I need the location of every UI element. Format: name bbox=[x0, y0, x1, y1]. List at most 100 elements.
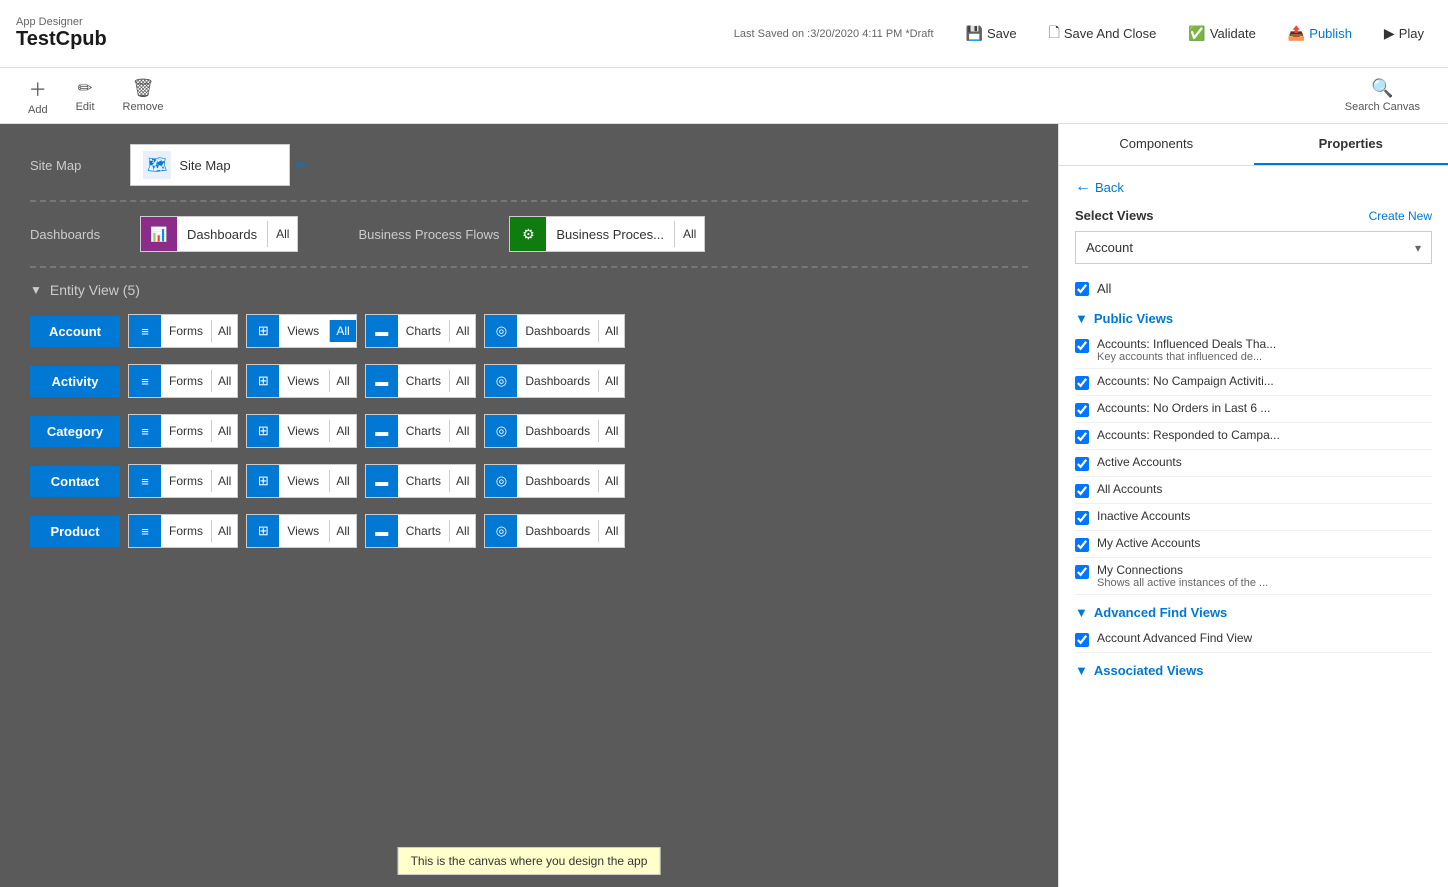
top-bar-right: Last Saved on :3/20/2020 4:11 PM *Draft … bbox=[734, 18, 1432, 50]
entity-components-contact: ≡FormsAll⊞ViewsAll▬ChartsAll◎DashboardsA… bbox=[128, 464, 625, 498]
public-view-item: My Active Accounts bbox=[1075, 531, 1432, 558]
charts-icon: ▬ bbox=[366, 465, 398, 497]
create-new-link[interactable]: Create New bbox=[1369, 209, 1432, 223]
forms-all[interactable]: All bbox=[211, 420, 237, 442]
entity-button-product[interactable]: Product bbox=[30, 516, 120, 547]
public-view-checkbox-7[interactable] bbox=[1075, 538, 1089, 552]
search-canvas-button[interactable]: 🔍 Search Canvas bbox=[1333, 74, 1432, 117]
public-view-checkbox-5[interactable] bbox=[1075, 484, 1089, 498]
public-view-item: Accounts: Responded to Campa... bbox=[1075, 423, 1432, 450]
charts-icon: ▬ bbox=[366, 515, 398, 547]
views-label: Views bbox=[279, 524, 329, 538]
dashboards-all[interactable]: All bbox=[598, 520, 624, 542]
public-view-checkbox-0[interactable] bbox=[1075, 339, 1089, 353]
public-view-checkbox-8[interactable] bbox=[1075, 565, 1089, 579]
advanced-find-header[interactable]: ▼ Advanced Find Views bbox=[1075, 605, 1432, 620]
charts-all[interactable]: All bbox=[449, 370, 475, 392]
dashboards-all[interactable]: All bbox=[598, 470, 624, 492]
entity-button-activity[interactable]: Activity bbox=[30, 366, 120, 397]
comp-item-charts: ▬ChartsAll bbox=[365, 314, 477, 348]
advanced-find-title: Account Advanced Find View bbox=[1097, 631, 1432, 645]
views-icon: ⊞ bbox=[247, 515, 279, 547]
comp-item-views: ⊞ViewsAll bbox=[246, 514, 356, 548]
forms-all[interactable]: All bbox=[211, 320, 237, 342]
associated-views-header[interactable]: ▼ Associated Views bbox=[1075, 663, 1432, 678]
dashboards-icon: ◎ bbox=[485, 465, 517, 497]
all-checkbox[interactable] bbox=[1075, 282, 1089, 296]
views-dropdown-value: Account bbox=[1086, 240, 1133, 255]
associated-views-label: Associated Views bbox=[1094, 663, 1204, 678]
back-button[interactable]: ← Back bbox=[1075, 178, 1124, 196]
entity-components-category: ≡FormsAll⊞ViewsAll▬ChartsAll◎DashboardsA… bbox=[128, 414, 625, 448]
public-views-arrow-icon: ▼ bbox=[1075, 311, 1088, 326]
validate-button[interactable]: ✅ Validate bbox=[1180, 21, 1263, 46]
dashboards-all[interactable]: All bbox=[598, 420, 624, 442]
views-all[interactable]: All bbox=[329, 470, 355, 492]
entity-components-activity: ≡FormsAll⊞ViewsAll▬ChartsAll◎DashboardsA… bbox=[128, 364, 625, 398]
main-layout: Site Map 🗺 Site Map ✏ Dashboards 📊 Dashb… bbox=[0, 124, 1448, 887]
bpf-all[interactable]: All bbox=[674, 221, 704, 247]
comp-item-views: ⊞ViewsAll bbox=[246, 314, 356, 348]
entity-button-category[interactable]: Category bbox=[30, 416, 120, 447]
dashboards-all[interactable]: All bbox=[598, 320, 624, 342]
comp-item-dashboards: ◎DashboardsAll bbox=[484, 414, 625, 448]
dashed-separator-2 bbox=[30, 266, 1028, 268]
forms-icon: ≡ bbox=[129, 515, 161, 547]
dashboards-icon: 📊 bbox=[141, 217, 177, 251]
forms-all[interactable]: All bbox=[211, 370, 237, 392]
publish-button[interactable]: 📤 Publish bbox=[1280, 21, 1360, 46]
entity-row: Activity≡FormsAll⊞ViewsAll▬ChartsAll◎Das… bbox=[30, 364, 1028, 398]
play-button[interactable]: ▶ Play bbox=[1376, 21, 1432, 46]
public-view-title: Accounts: Responded to Campa... bbox=[1097, 428, 1432, 442]
edit-button[interactable]: ✏ Edit bbox=[64, 74, 107, 117]
dashboards-label: Dashboards bbox=[517, 374, 598, 388]
comp-item-charts: ▬ChartsAll bbox=[365, 364, 477, 398]
charts-all[interactable]: All bbox=[449, 320, 475, 342]
charts-all[interactable]: All bbox=[449, 520, 475, 542]
views-dropdown[interactable]: Account ▾ bbox=[1075, 231, 1432, 264]
app-title: TestCpub bbox=[16, 28, 107, 51]
dashboards-icon: ◎ bbox=[485, 515, 517, 547]
forms-all[interactable]: All bbox=[211, 470, 237, 492]
tab-components[interactable]: Components bbox=[1059, 124, 1254, 165]
entity-row: Account≡FormsAll⊞ViewsAll▬ChartsAll◎Dash… bbox=[30, 314, 1028, 348]
entity-row: Contact≡FormsAll⊞ViewsAll▬ChartsAll◎Dash… bbox=[30, 464, 1028, 498]
forms-all[interactable]: All bbox=[211, 520, 237, 542]
public-view-checkbox-4[interactable] bbox=[1075, 457, 1089, 471]
dashboards-all[interactable]: All bbox=[598, 370, 624, 392]
public-view-checkbox-2[interactable] bbox=[1075, 403, 1089, 417]
public-view-checkbox-1[interactable] bbox=[1075, 376, 1089, 390]
forms-icon: ≡ bbox=[129, 365, 161, 397]
advanced-find-checkbox-0[interactable] bbox=[1075, 633, 1089, 647]
views-all[interactable]: All bbox=[329, 420, 355, 442]
remove-button[interactable]: 🗑 Remove bbox=[111, 74, 176, 117]
public-view-checkbox-3[interactable] bbox=[1075, 430, 1089, 444]
dashboards-icon: ◎ bbox=[485, 315, 517, 347]
select-views-label: Select Views bbox=[1075, 208, 1154, 223]
public-view-sub: Shows all active instances of the ... bbox=[1097, 577, 1432, 589]
charts-all[interactable]: All bbox=[449, 420, 475, 442]
views-icon: ⊞ bbox=[247, 315, 279, 347]
views-all[interactable]: All bbox=[329, 320, 355, 342]
save-button[interactable]: 💾 Save bbox=[958, 21, 1025, 46]
comp-item-dashboards: ◎DashboardsAll bbox=[484, 464, 625, 498]
charts-all[interactable]: All bbox=[449, 470, 475, 492]
charts-icon: ▬ bbox=[366, 365, 398, 397]
comp-item-forms: ≡FormsAll bbox=[128, 514, 238, 548]
associated-views-arrow-icon: ▼ bbox=[1075, 663, 1088, 678]
public-view-checkbox-6[interactable] bbox=[1075, 511, 1089, 525]
dashboards-all[interactable]: All bbox=[267, 221, 297, 247]
forms-label: Forms bbox=[161, 474, 211, 488]
entity-button-account[interactable]: Account bbox=[30, 316, 120, 347]
add-button[interactable]: ＋ Add bbox=[16, 72, 60, 120]
views-all[interactable]: All bbox=[329, 520, 355, 542]
save-and-close-button[interactable]: 🗋 Save And Close bbox=[1041, 18, 1165, 50]
public-views-header[interactable]: ▼ Public Views bbox=[1075, 311, 1432, 326]
entity-button-contact[interactable]: Contact bbox=[30, 466, 120, 497]
views-icon: ⊞ bbox=[247, 365, 279, 397]
sitemap-edit-button[interactable]: ✏ bbox=[290, 155, 314, 176]
public-view-title: Inactive Accounts bbox=[1097, 509, 1432, 523]
entity-toggle[interactable]: ▼ bbox=[30, 283, 42, 297]
views-all[interactable]: All bbox=[329, 370, 355, 392]
tab-properties[interactable]: Properties bbox=[1254, 124, 1448, 165]
